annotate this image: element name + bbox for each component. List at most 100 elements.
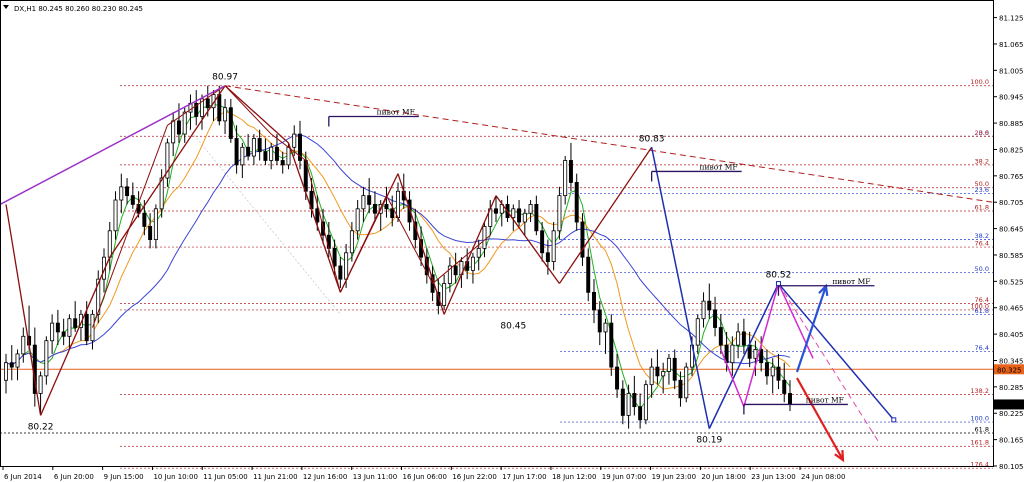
candle-body <box>551 230 556 262</box>
candle-body <box>246 146 251 157</box>
candle-body <box>586 256 591 293</box>
candle-body <box>396 190 400 219</box>
x-tick-label: 10 Jun 10:00 <box>153 473 197 481</box>
candle-body <box>770 366 775 377</box>
fib-level-label: 61.8 <box>975 307 989 315</box>
x-tick-label: 12 Jun 16:00 <box>303 473 347 481</box>
price-chart[interactable]: 100.00.023.638.250.023.661.838.276.450.0… <box>0 0 1024 482</box>
candle-body <box>326 234 331 249</box>
x-tick-label: 19 Jun 23:00 <box>652 473 696 481</box>
candle-body <box>280 160 285 166</box>
candle-body <box>107 230 112 258</box>
x-tick-label: 13 Jun 11:00 <box>353 473 397 481</box>
candle-body <box>494 208 498 214</box>
candle-body <box>707 300 712 311</box>
candle-body <box>476 247 481 258</box>
y-tick-label: 80.165 <box>999 437 1024 445</box>
fib-level-label: 100.0 <box>970 78 989 86</box>
x-tick-label: 19 Jun 07:00 <box>602 473 646 481</box>
candle-body <box>292 133 297 148</box>
candle-body <box>286 146 291 166</box>
candle-body <box>9 362 14 368</box>
y-tick-label: 80.525 <box>999 278 1024 286</box>
price-annotation: 80.97 <box>212 73 238 83</box>
candle-body <box>55 322 60 333</box>
fib-level-label: 61.8 <box>975 204 989 212</box>
candle-body <box>534 204 539 232</box>
price-badge-label: 80.245 <box>997 401 1022 409</box>
candle-body <box>730 344 735 364</box>
candle-body <box>701 300 706 320</box>
candle-body <box>274 146 279 161</box>
y-tick-label: 80.585 <box>999 252 1024 260</box>
candle-body <box>528 204 533 214</box>
pivot-label: пивот MF <box>699 162 737 171</box>
wave-point-marker <box>775 281 781 287</box>
candle-body <box>603 322 608 333</box>
candle-body <box>130 195 135 205</box>
candle-body <box>228 107 233 139</box>
candle-body <box>251 138 256 157</box>
y-tick-label: 81.065 <box>999 41 1024 49</box>
candle-body <box>764 362 769 377</box>
candle-body <box>84 313 89 342</box>
pivot-label: пивот MF <box>832 277 870 286</box>
fib-level-label: 50.0 <box>975 265 989 273</box>
x-tick-label: 6 Jun 2014 <box>4 473 42 481</box>
candle-body <box>205 98 210 109</box>
candle-body <box>684 366 689 399</box>
candle-body <box>672 357 677 381</box>
fib-level-label: 138.2 <box>970 387 989 395</box>
y-tick-label: 80.705 <box>999 199 1024 207</box>
y-tick-label: 80.405 <box>999 331 1024 339</box>
candle-body <box>638 406 643 421</box>
fib-level-label: 23.6 <box>975 186 989 194</box>
candle-body <box>263 151 268 161</box>
x-tick-label: 9 Jun 15:00 <box>104 473 144 481</box>
candle-body <box>736 331 741 346</box>
y-tick-label: 80.765 <box>999 173 1024 181</box>
candle-body <box>223 107 228 122</box>
price-annotation: 80.22 <box>28 422 54 432</box>
candle-body <box>361 195 366 210</box>
candle-body <box>338 265 343 280</box>
candle-body <box>713 309 718 328</box>
candle-body <box>182 111 187 135</box>
candle-body <box>782 379 787 394</box>
candle-body <box>125 186 130 197</box>
x-tick-label: 23 Jun 13:00 <box>751 473 795 481</box>
x-tick-label: 11 Jun 21:00 <box>253 473 297 481</box>
candle-body <box>217 94 222 122</box>
candle-body <box>540 230 545 254</box>
candle-body <box>776 366 781 381</box>
candle-body <box>574 182 579 223</box>
fib-level-label: 76.4 <box>975 344 989 352</box>
fib-level-label: 76.4 <box>975 240 989 248</box>
candle-body <box>367 195 372 205</box>
candle-body <box>4 362 8 381</box>
candle-body <box>176 120 181 135</box>
candle-body <box>592 291 596 311</box>
x-tick-label: 24 Jun 08:00 <box>801 473 845 481</box>
candle-body <box>788 393 792 405</box>
candle-body <box>67 318 72 337</box>
candle-body <box>753 349 758 359</box>
candle-body <box>442 283 447 306</box>
candle-body <box>609 322 614 368</box>
candle-body <box>615 366 620 390</box>
fib-level-label: 38.2 <box>975 157 989 165</box>
candle-body <box>695 318 700 346</box>
candle-body <box>620 388 625 416</box>
candle-body <box>142 212 147 227</box>
candle-body <box>344 252 349 280</box>
candle-body <box>50 322 55 342</box>
candle-body <box>718 327 723 346</box>
wave-point-marker <box>891 417 897 423</box>
candle-body <box>597 309 602 333</box>
candle-body <box>545 252 550 262</box>
fib-level-label: 176.4 <box>970 461 989 469</box>
x-tick-label: 17 Jun 17:00 <box>502 473 546 481</box>
candle-body <box>482 226 487 249</box>
candle-body <box>557 195 562 232</box>
candle-body <box>678 379 683 399</box>
